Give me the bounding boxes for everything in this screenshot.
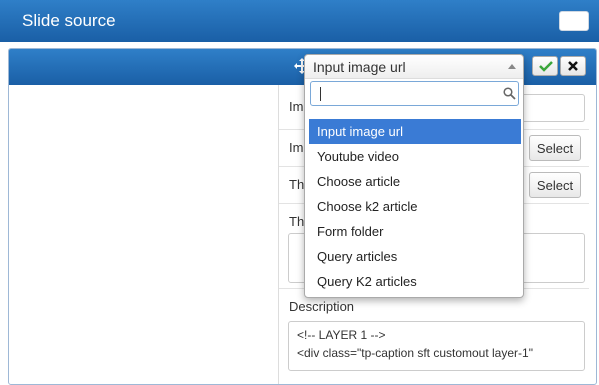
dropdown-option-form-folder[interactable]: Form folder xyxy=(309,219,521,244)
dialog-close-button[interactable] xyxy=(559,11,589,31)
dropdown-selected[interactable]: Input image url xyxy=(305,55,523,79)
dropdown-option-youtube-video[interactable]: Youtube video xyxy=(309,144,521,169)
description-label: Description xyxy=(289,299,355,314)
cancel-button[interactable] xyxy=(560,56,586,76)
description-line: <div class="tp-caption sft customout lay… xyxy=(297,346,533,360)
form-row-description: Description <!-- LAYER 1 --> <div class=… xyxy=(279,289,589,384)
text-caret xyxy=(320,87,321,101)
dialog-title: Slide source xyxy=(22,11,116,30)
select-image-button[interactable]: Select xyxy=(529,135,581,161)
description-textarea[interactable]: <!-- LAYER 1 --> <div class="tp-caption … xyxy=(288,321,585,371)
dropdown-search-input[interactable] xyxy=(310,81,519,106)
close-icon xyxy=(568,61,578,71)
dialog-header: Slide source xyxy=(0,0,599,42)
dropdown-option-query-articles[interactable]: Query articles xyxy=(309,244,521,269)
dropdown-option-query-k2-articles[interactable]: Query K2 articles xyxy=(309,269,521,294)
check-icon xyxy=(539,61,553,72)
dropdown-options: Input image url Youtube video Choose art… xyxy=(309,119,521,294)
dropdown-selected-label: Input image url xyxy=(313,59,406,75)
dropdown-option-choose-article[interactable]: Choose article xyxy=(309,169,521,194)
dropdown-option-input-image-url[interactable]: Input image url xyxy=(309,119,521,144)
chevron-up-icon xyxy=(508,64,516,69)
dropdown-option-choose-k2-article[interactable]: Choose k2 article xyxy=(309,194,521,219)
select-thumb-button[interactable]: Select xyxy=(529,172,581,198)
source-type-dropdown[interactable]: Input image url Input image url Youtube … xyxy=(304,54,524,298)
save-button[interactable] xyxy=(532,56,558,76)
search-icon xyxy=(503,87,516,100)
description-line: <!-- LAYER 1 --> xyxy=(297,328,386,342)
